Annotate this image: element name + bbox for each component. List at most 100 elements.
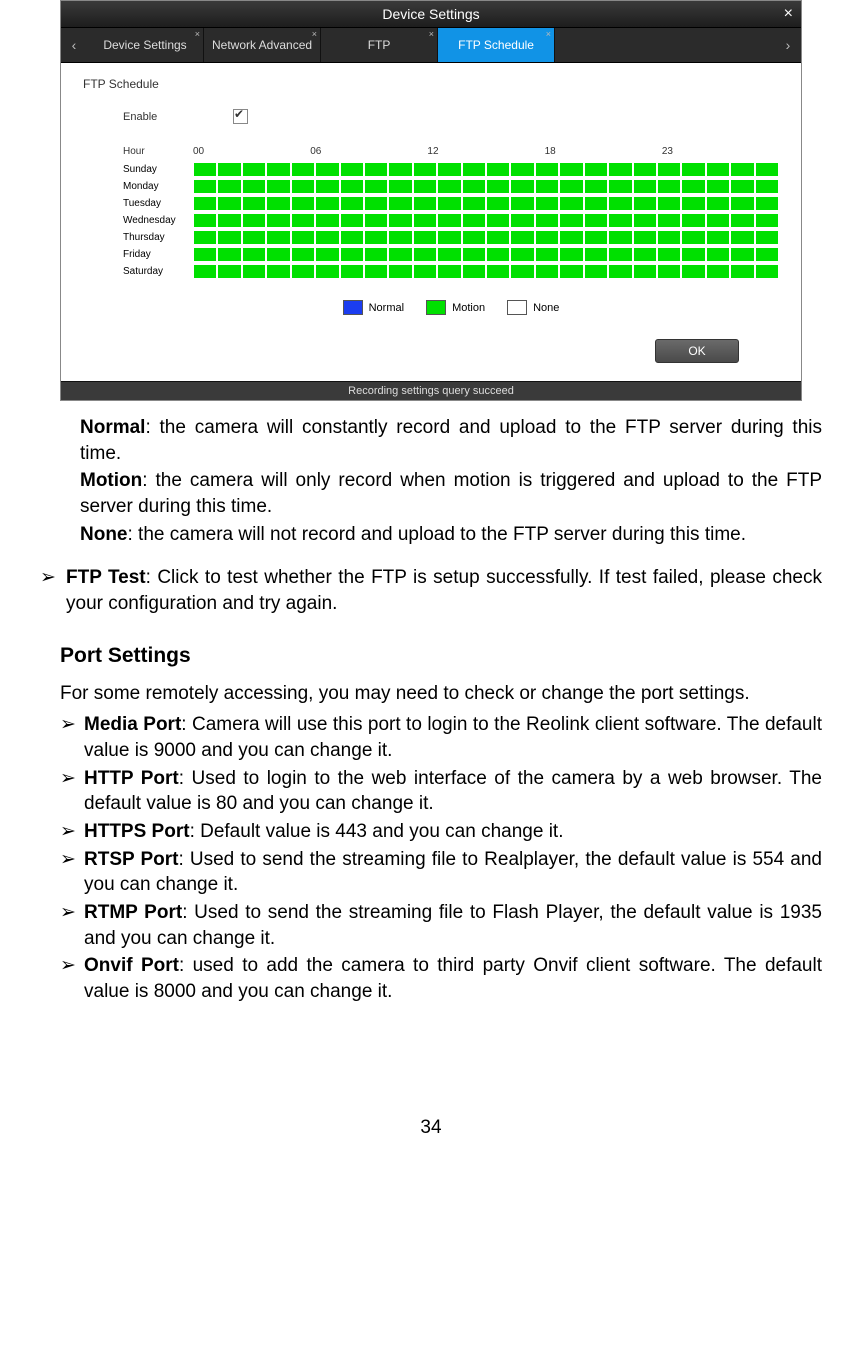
schedule-cell[interactable] [388, 213, 412, 228]
schedule-cell[interactable] [706, 213, 730, 228]
schedule-cell[interactable] [730, 179, 754, 194]
schedule-cell[interactable] [291, 179, 315, 194]
schedule-cell[interactable] [291, 247, 315, 262]
schedule-cell[interactable] [462, 179, 486, 194]
schedule-cell[interactable] [217, 213, 241, 228]
schedule-cell[interactable] [535, 230, 559, 245]
schedule-cell[interactable] [559, 213, 583, 228]
schedule-cell[interactable] [462, 230, 486, 245]
schedule-cell[interactable] [242, 264, 266, 279]
tab-network-advanced[interactable]: Network Advanced× [204, 28, 321, 62]
schedule-cell[interactable] [340, 213, 364, 228]
schedule-cell[interactable] [291, 162, 315, 177]
schedule-cell[interactable] [633, 230, 657, 245]
schedule-cell[interactable] [730, 247, 754, 262]
tab-close-icon[interactable]: × [312, 29, 317, 39]
schedule-cell[interactable] [486, 213, 510, 228]
schedule-cell[interactable] [413, 213, 437, 228]
schedule-cell[interactable] [633, 196, 657, 211]
schedule-cell[interactable] [266, 230, 290, 245]
schedule-cell[interactable] [437, 213, 461, 228]
schedule-cell[interactable] [681, 213, 705, 228]
schedule-cell[interactable] [266, 162, 290, 177]
schedule-cell[interactable] [217, 196, 241, 211]
schedule-cell[interactable] [364, 230, 388, 245]
schedule-cell[interactable] [608, 196, 632, 211]
tab-close-icon[interactable]: × [195, 29, 200, 39]
schedule-cell[interactable] [608, 247, 632, 262]
schedule-cell[interactable] [340, 179, 364, 194]
schedule-cell[interactable] [388, 230, 412, 245]
schedule-cell[interactable] [755, 247, 779, 262]
schedule-cell[interactable] [633, 264, 657, 279]
schedule-cell[interactable] [413, 230, 437, 245]
schedule-cell[interactable] [413, 264, 437, 279]
schedule-cell[interactable] [486, 162, 510, 177]
schedule-cell[interactable] [755, 162, 779, 177]
schedule-cell[interactable] [608, 179, 632, 194]
schedule-cell[interactable] [291, 196, 315, 211]
schedule-cell[interactable] [706, 196, 730, 211]
schedule-cell[interactable] [559, 247, 583, 262]
schedule-cell[interactable] [364, 162, 388, 177]
schedule-cell[interactable] [266, 196, 290, 211]
schedule-cell[interactable] [462, 264, 486, 279]
schedule-cell[interactable] [633, 213, 657, 228]
schedule-cell[interactable] [559, 162, 583, 177]
schedule-cell[interactable] [242, 213, 266, 228]
schedule-cell[interactable] [584, 162, 608, 177]
schedule-cell[interactable] [559, 179, 583, 194]
schedule-cell[interactable] [510, 179, 534, 194]
schedule-cell[interactable] [706, 264, 730, 279]
schedule-cell[interactable] [315, 196, 339, 211]
schedule-cell[interactable] [657, 162, 681, 177]
schedule-cell[interactable] [608, 213, 632, 228]
close-icon[interactable]: × [784, 1, 793, 27]
schedule-cell[interactable] [730, 196, 754, 211]
schedule-cell[interactable] [413, 196, 437, 211]
schedule-cell[interactable] [486, 179, 510, 194]
schedule-cell[interactable] [755, 179, 779, 194]
schedule-cell[interactable] [193, 247, 217, 262]
schedule-cell[interactable] [584, 230, 608, 245]
schedule-cell[interactable] [486, 264, 510, 279]
schedule-cell[interactable] [657, 230, 681, 245]
schedule-cell[interactable] [681, 162, 705, 177]
schedule-cell[interactable] [486, 247, 510, 262]
schedule-cell[interactable] [437, 196, 461, 211]
schedule-cell[interactable] [266, 213, 290, 228]
schedule-cell[interactable] [510, 213, 534, 228]
schedule-cell[interactable] [535, 179, 559, 194]
schedule-cell[interactable] [364, 247, 388, 262]
schedule-cell[interactable] [193, 162, 217, 177]
schedule-cell[interactable] [315, 264, 339, 279]
schedule-cell[interactable] [462, 196, 486, 211]
tab-close-icon[interactable]: × [546, 29, 551, 39]
schedule-cell[interactable] [486, 230, 510, 245]
schedule-cell[interactable] [706, 247, 730, 262]
schedule-cell[interactable] [242, 230, 266, 245]
schedule-cell[interactable] [193, 213, 217, 228]
tabs-scroll-right-icon[interactable]: › [775, 28, 801, 62]
schedule-cell[interactable] [559, 264, 583, 279]
schedule-cell[interactable] [681, 179, 705, 194]
schedule-cell[interactable] [755, 264, 779, 279]
schedule-cell[interactable] [584, 247, 608, 262]
enable-checkbox[interactable] [233, 109, 248, 124]
tab-device-settings[interactable]: Device Settings× [87, 28, 204, 62]
schedule-cell[interactable] [242, 196, 266, 211]
schedule-cell[interactable] [462, 162, 486, 177]
schedule-cell[interactable] [340, 264, 364, 279]
schedule-cell[interactable] [608, 264, 632, 279]
schedule-cell[interactable] [510, 162, 534, 177]
schedule-cell[interactable] [291, 264, 315, 279]
schedule-cell[interactable] [193, 196, 217, 211]
schedule-cell[interactable] [340, 247, 364, 262]
schedule-cell[interactable] [388, 264, 412, 279]
schedule-cell[interactable] [193, 264, 217, 279]
schedule-cell[interactable] [657, 247, 681, 262]
tab-ftp-schedule[interactable]: FTP Schedule× [438, 28, 555, 62]
schedule-cell[interactable] [340, 196, 364, 211]
schedule-cell[interactable] [217, 264, 241, 279]
schedule-cell[interactable] [755, 230, 779, 245]
